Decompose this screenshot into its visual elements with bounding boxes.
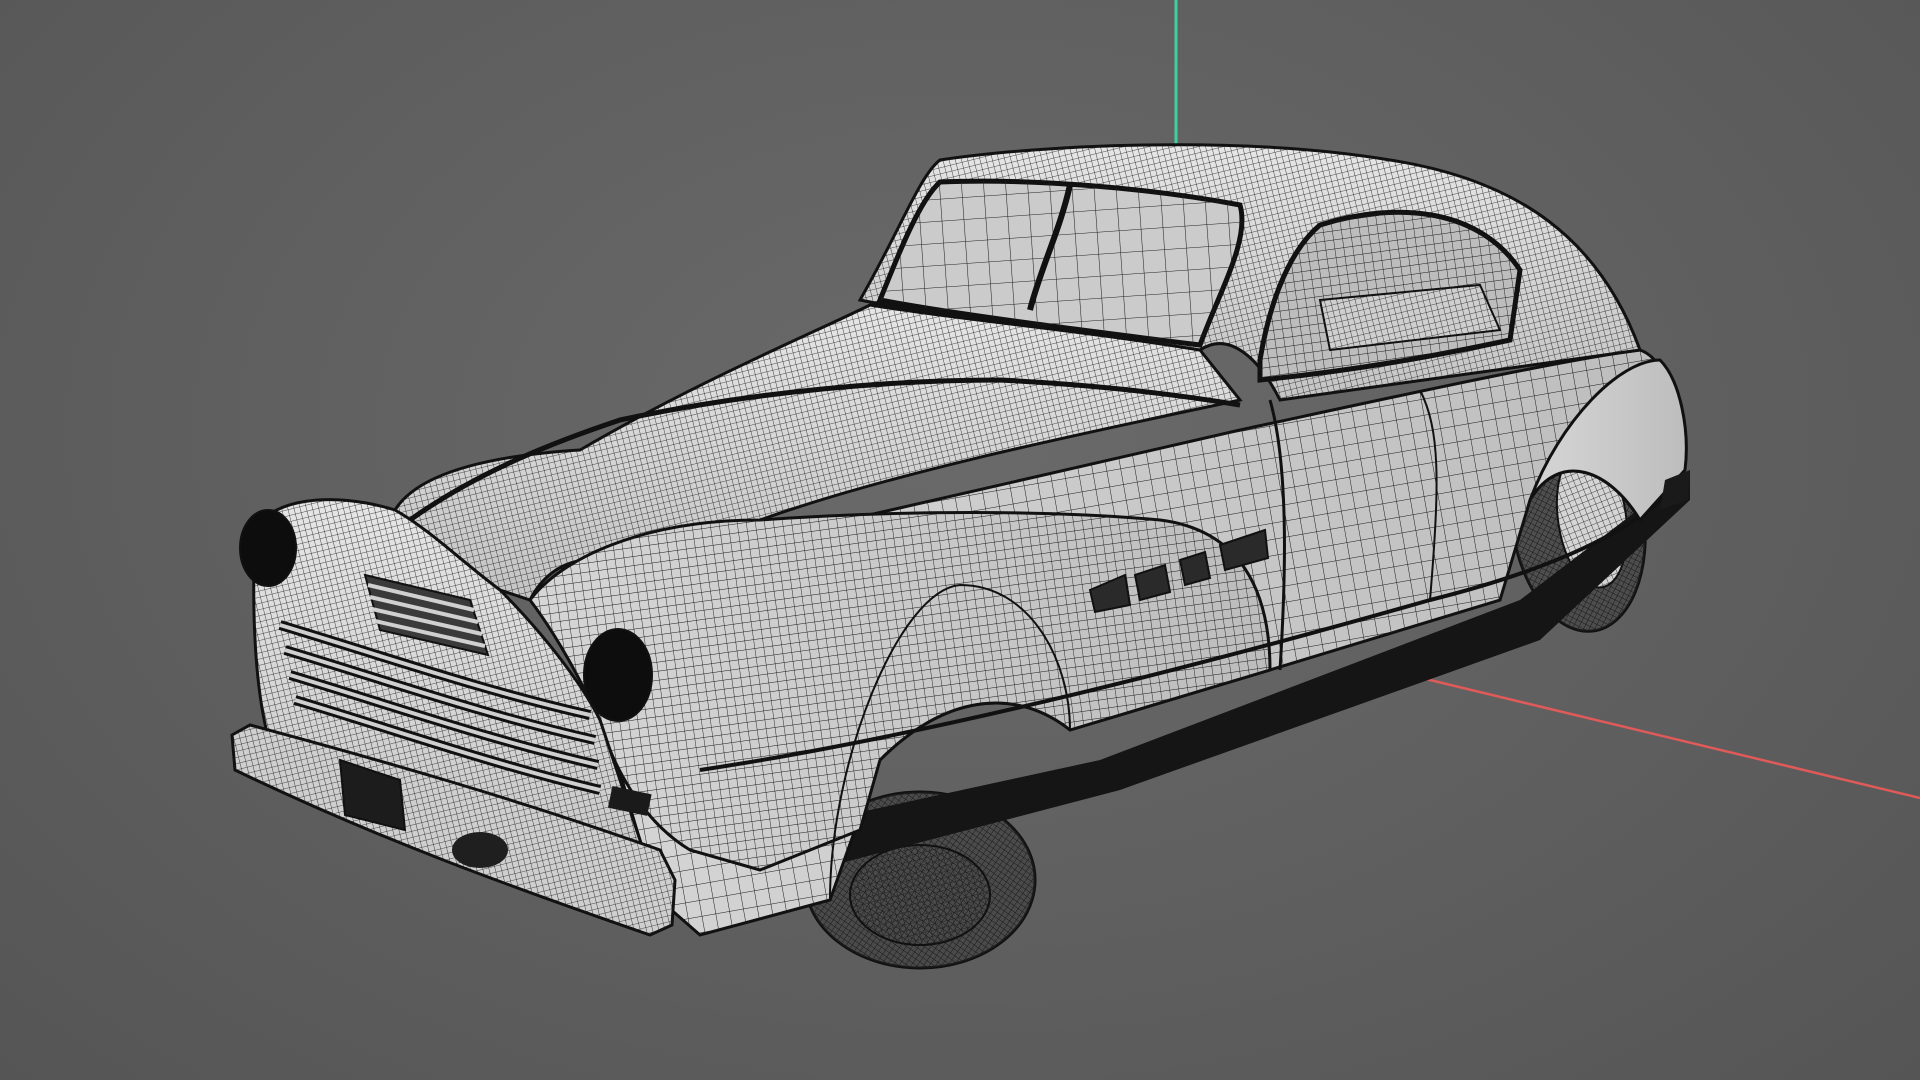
headlight-right[interactable] — [583, 628, 653, 722]
viewport-canvas[interactable] — [0, 0, 1920, 1080]
x-axis-line — [1379, 666, 1920, 800]
headlight-left[interactable] — [239, 509, 297, 587]
car-model[interactable] — [230, 143, 1690, 970]
3d-viewport[interactable] — [0, 0, 1920, 1080]
